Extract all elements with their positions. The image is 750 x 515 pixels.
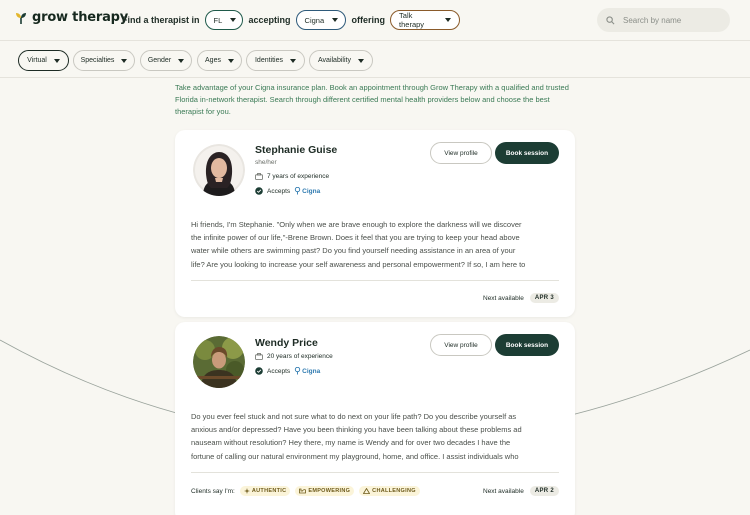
state-value: FL bbox=[213, 15, 223, 25]
search-placeholder: Search by name bbox=[623, 15, 682, 25]
insurance-value: Cigna bbox=[304, 15, 325, 25]
clients-say: Clients say I'm: AUTHENTIC EMPOWERING CH… bbox=[191, 486, 420, 496]
cigna-text: Cigna bbox=[302, 187, 321, 195]
chevron-down-icon bbox=[445, 18, 452, 22]
filter-label: Availability bbox=[318, 57, 351, 64]
bio-line: anxious and/or depressed? Have you been … bbox=[191, 425, 522, 435]
chevron-down-icon bbox=[178, 58, 185, 63]
briefcase-icon bbox=[255, 173, 263, 180]
filter-label: Ages bbox=[205, 57, 221, 64]
view-profile-button[interactable]: View profile bbox=[430, 334, 492, 356]
experience: 7 years of experience bbox=[255, 173, 329, 180]
therapist-card: Stephanie Guise she/her 7 years of exper… bbox=[175, 130, 575, 317]
brand-name: grow therapy bbox=[32, 10, 129, 25]
divider bbox=[191, 280, 559, 281]
chevron-down-icon bbox=[332, 18, 339, 22]
clients-label: Clients say I'm: bbox=[191, 487, 235, 495]
filter-ages[interactable]: Ages bbox=[197, 50, 242, 71]
filter-label: Gender bbox=[147, 57, 172, 64]
trait-label: EMPOWERING bbox=[308, 488, 351, 494]
filter-label: Virtual bbox=[27, 57, 47, 64]
briefcase-icon bbox=[255, 353, 263, 360]
check-circle-icon bbox=[255, 187, 263, 195]
therapist-finder: Find a therapist in FL accepting Cigna o… bbox=[122, 10, 461, 30]
next-available-date[interactable]: APR 3 bbox=[529, 293, 559, 303]
brand-logo[interactable]: grow therapy bbox=[15, 10, 128, 25]
chevron-down-icon bbox=[227, 58, 234, 63]
search-input[interactable]: Search by name bbox=[597, 8, 730, 32]
flexed-arm-icon bbox=[299, 488, 307, 494]
filter-identities[interactable]: Identities bbox=[246, 50, 305, 71]
trait-label: AUTHENTIC bbox=[251, 488, 287, 494]
find-label: Find a therapist in bbox=[122, 15, 200, 25]
cigna-tree-icon bbox=[294, 187, 301, 195]
service-value: Talk therapy bbox=[399, 11, 425, 29]
service-select[interactable]: Talk therapy bbox=[390, 10, 461, 30]
therapist-name[interactable]: Wendy Price bbox=[255, 337, 318, 349]
cigna-logo: Cigna bbox=[294, 187, 320, 195]
next-available: Next available APR 3 bbox=[483, 293, 559, 303]
experience: 20 years of experience bbox=[255, 353, 333, 360]
bio-line: nauseam without resolution? Hey there, m… bbox=[191, 438, 511, 448]
therapist-name[interactable]: Stephanie Guise bbox=[255, 144, 337, 156]
filter-label: Identities bbox=[254, 57, 284, 64]
search-icon bbox=[606, 15, 615, 24]
sparkle-icon bbox=[243, 488, 250, 494]
intro-text: Take advantage of your Cigna insurance p… bbox=[175, 83, 569, 116]
avatar[interactable] bbox=[193, 144, 245, 196]
chevron-down-icon bbox=[357, 58, 364, 63]
warning-triangle-icon bbox=[363, 488, 371, 494]
bio-line: Hi friends, I'm Stephanie. "Only when we… bbox=[191, 220, 522, 229]
view-profile-button[interactable]: View profile bbox=[430, 142, 492, 164]
state-select[interactable]: FL bbox=[204, 10, 243, 30]
filter-gender[interactable]: Gender bbox=[140, 50, 192, 71]
cigna-text: Cigna bbox=[302, 367, 321, 375]
book-session-button[interactable]: Book session bbox=[495, 334, 559, 356]
accepting-label: accepting bbox=[248, 15, 291, 25]
insurance-select[interactable]: Cigna bbox=[295, 10, 346, 30]
bio-line: life? Are you looking to increase your s… bbox=[191, 259, 526, 269]
sprout-icon bbox=[16, 12, 26, 24]
next-available-label: Next available bbox=[483, 487, 524, 495]
accepts-label: Accepts bbox=[267, 187, 291, 195]
filter-availability[interactable]: Availability bbox=[309, 50, 373, 71]
avatar[interactable] bbox=[193, 336, 245, 388]
trait-badge: AUTHENTIC bbox=[239, 486, 291, 496]
filter-virtual[interactable]: Virtual bbox=[18, 50, 69, 71]
cigna-tree-icon bbox=[294, 367, 301, 375]
accepts-label: Accepts bbox=[267, 367, 291, 375]
trait-badge: CHALLENGING bbox=[359, 486, 420, 496]
chevron-down-icon bbox=[53, 58, 60, 63]
therapist-card: Wendy Price 20 years of experience Accep… bbox=[175, 322, 575, 515]
bio-line: the infinite power of our life,"-Brene B… bbox=[191, 233, 520, 243]
check-circle-icon bbox=[255, 367, 263, 375]
trait-badge: EMPOWERING bbox=[295, 486, 355, 496]
chevron-down-icon bbox=[230, 18, 237, 22]
top-bar: grow therapy Find a therapist in FL acce… bbox=[0, 0, 750, 40]
divider bbox=[191, 472, 559, 473]
bio-line: fortune of calling our natural environme… bbox=[191, 451, 519, 461]
filter-label: Specialties bbox=[80, 57, 115, 64]
next-available-label: Next available bbox=[483, 294, 524, 302]
experience-text: 7 years of experience bbox=[267, 173, 330, 180]
next-available: Next available APR 2 bbox=[483, 486, 559, 496]
therapist-bio: Do you ever feel stuck and not sure what… bbox=[191, 410, 559, 463]
pronouns: she/her bbox=[255, 159, 277, 166]
accepts-insurance: Accepts Cigna bbox=[255, 367, 320, 375]
bio-line: water while others are swimming past? Do… bbox=[191, 246, 516, 256]
trait-label: CHALLENGING bbox=[372, 488, 416, 494]
filter-specialties[interactable]: Specialties bbox=[73, 50, 135, 71]
chevron-down-icon bbox=[290, 58, 297, 63]
accepts-insurance: Accepts Cigna bbox=[255, 187, 320, 195]
bio-line: Do you ever feel stuck and not sure what… bbox=[191, 412, 517, 421]
chevron-down-icon bbox=[121, 58, 128, 63]
book-session-button[interactable]: Book session bbox=[495, 142, 559, 164]
experience-text: 20 years of experience bbox=[267, 353, 333, 360]
therapist-bio: Hi friends, I'm Stephanie. "Only when we… bbox=[191, 218, 559, 271]
cigna-logo: Cigna bbox=[294, 367, 320, 375]
next-available-date[interactable]: APR 2 bbox=[529, 486, 559, 496]
offering-label: offering bbox=[351, 15, 386, 25]
filter-bar: Virtual Specialties Gender Ages Identiti… bbox=[0, 40, 750, 78]
